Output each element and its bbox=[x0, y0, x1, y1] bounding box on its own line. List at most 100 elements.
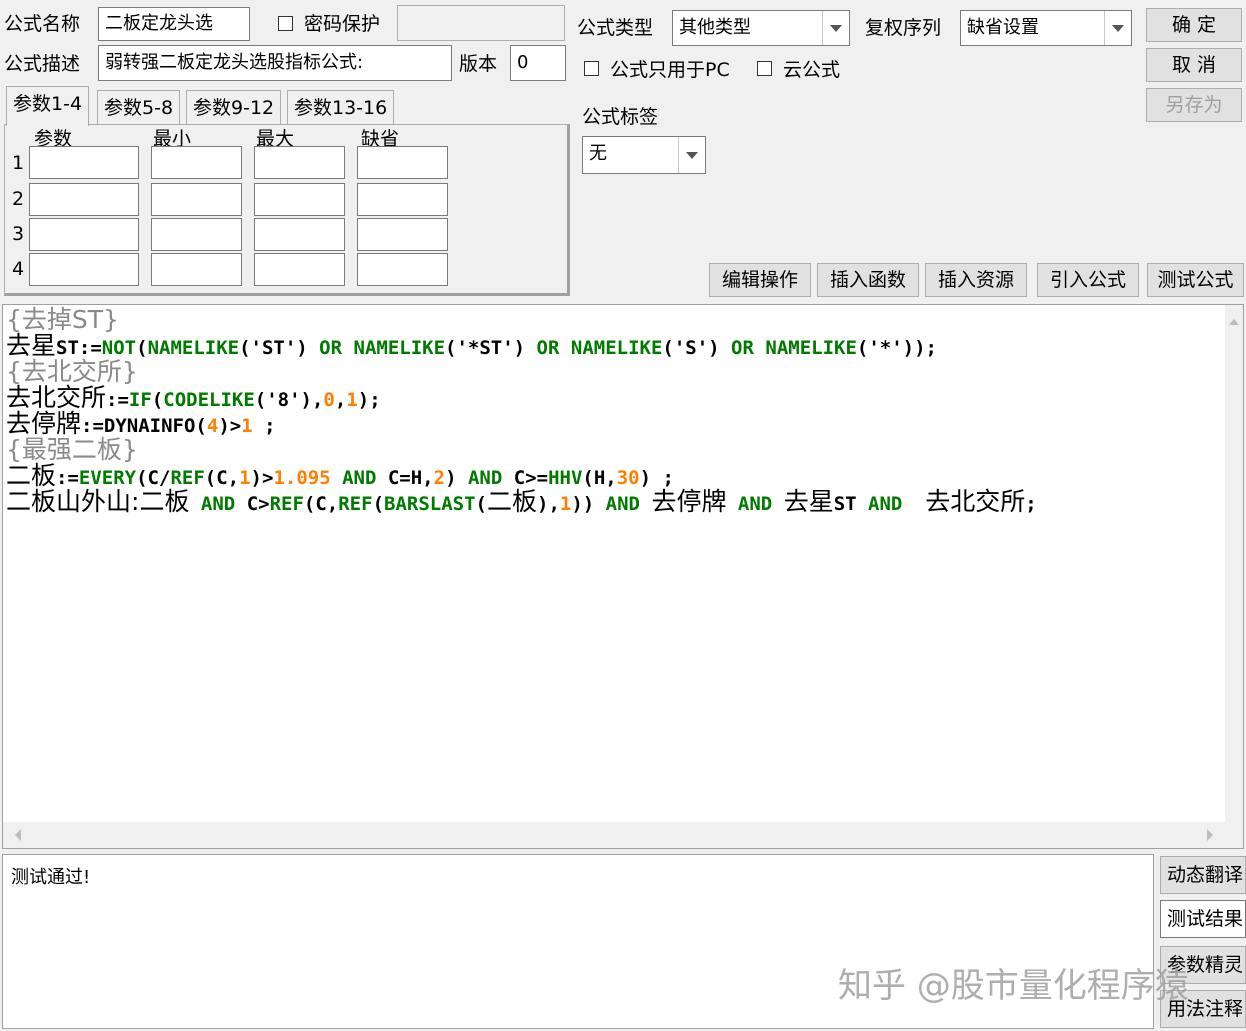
code-token: (H, bbox=[582, 467, 617, 489]
code-token: AND bbox=[737, 493, 773, 515]
code-token: := bbox=[106, 389, 129, 411]
code-token: ('*ST') bbox=[445, 337, 537, 359]
tab-params-13-16[interactable]: 参数13-16 bbox=[287, 90, 395, 124]
code-token: ST bbox=[833, 493, 869, 515]
formula-desc-input[interactable]: 弱转强二板定龙头选股指标公式: bbox=[98, 45, 452, 81]
code-token: C=H, bbox=[376, 467, 434, 489]
cloud-label: 云公式 bbox=[783, 59, 841, 81]
code-var: 去星 bbox=[6, 331, 57, 360]
code-token: ('S') bbox=[662, 337, 732, 359]
param-min-input[interactable] bbox=[151, 253, 242, 286]
code-token: NAMELIKE bbox=[765, 337, 857, 359]
code-editor[interactable]: {去掉ST} 去星ST:=NOT(NAMELIKE('ST') OR NAMEL… bbox=[2, 304, 1244, 849]
code-var: 去北交所 bbox=[6, 383, 107, 412]
code-var: 二板 bbox=[6, 461, 57, 490]
param-default-input[interactable] bbox=[357, 146, 448, 179]
code-token: (C/ bbox=[136, 467, 171, 489]
fuquan-value: 缺省设置 bbox=[967, 17, 1039, 38]
cloud-checkbox[interactable] bbox=[757, 61, 772, 76]
formula-tag-select[interactable]: 无 bbox=[582, 136, 706, 174]
output-message: 测试通过! bbox=[11, 867, 91, 888]
param-row-number: 2 bbox=[12, 188, 25, 210]
vertical-scrollbar[interactable] bbox=[1225, 305, 1243, 825]
param-max-input[interactable] bbox=[254, 183, 345, 216]
code-token: ); bbox=[357, 389, 381, 411]
code-token: AND bbox=[342, 467, 377, 489]
password-checkbox[interactable] bbox=[278, 16, 293, 31]
formula-tag-label: 公式标签 bbox=[582, 106, 659, 128]
code-token: )) bbox=[571, 493, 606, 515]
code-token: BARSLAST bbox=[384, 493, 476, 515]
chevron-down-icon[interactable] bbox=[678, 137, 705, 173]
tab-params-9-12[interactable]: 参数9-12 bbox=[186, 90, 282, 124]
code-var: 二板 bbox=[486, 487, 537, 516]
param-name-input[interactable] bbox=[29, 146, 139, 179]
param-min-input[interactable] bbox=[151, 218, 242, 251]
code-var: 二板 bbox=[139, 487, 190, 516]
chevron-down-icon[interactable] bbox=[1104, 11, 1131, 45]
test-formula-button[interactable]: 测试公式 bbox=[1147, 263, 1244, 297]
param-max-input[interactable] bbox=[254, 146, 345, 179]
code-token: IF bbox=[128, 389, 152, 411]
param-default-input[interactable] bbox=[357, 218, 448, 251]
watermark: 知乎 @股市量化程序猿 bbox=[838, 966, 1189, 1006]
code-token: , bbox=[334, 389, 347, 411]
code-token: ( bbox=[151, 389, 164, 411]
code-var: 去星 bbox=[783, 487, 834, 516]
code-number: 2 bbox=[433, 467, 446, 489]
code-token: :=DYNAINFO( bbox=[81, 415, 207, 437]
ok-button[interactable]: 确 定 bbox=[1146, 8, 1242, 42]
edit-ops-button[interactable]: 编辑操作 bbox=[709, 263, 811, 297]
param-name-input[interactable] bbox=[29, 253, 139, 286]
code-token: ; bbox=[252, 415, 276, 437]
code-token: NOT bbox=[101, 337, 137, 359]
param-name-input[interactable] bbox=[29, 218, 139, 251]
code-comment: {去北交所} bbox=[6, 357, 138, 386]
formula-type-select[interactable]: 其他类型 bbox=[672, 10, 850, 46]
scroll-right-icon[interactable] bbox=[1199, 822, 1223, 848]
param-row-number: 1 bbox=[12, 152, 25, 174]
pc-only-checkbox[interactable] bbox=[584, 61, 599, 76]
param-default-input[interactable] bbox=[357, 253, 448, 286]
scroll-up-icon[interactable] bbox=[1225, 309, 1243, 333]
code-line: 二板山外山:二板 AND C>REF(C,REF(BARSLAST(二板),1)… bbox=[6, 489, 1037, 517]
param-name-input[interactable] bbox=[29, 183, 139, 216]
insert-resource-button[interactable]: 插入资源 bbox=[925, 263, 1027, 297]
code-number: 1 bbox=[346, 389, 358, 411]
param-min-input[interactable] bbox=[151, 183, 242, 216]
param-max-input[interactable] bbox=[254, 218, 345, 251]
tab-params-5-8[interactable]: 参数5-8 bbox=[97, 90, 181, 124]
tab-params-1-4[interactable]: 参数1-4 bbox=[6, 86, 90, 126]
scroll-left-icon[interactable] bbox=[5, 822, 29, 848]
formula-name-input[interactable]: 二板定龙头选 bbox=[98, 7, 250, 41]
code-var: 去停牌 bbox=[651, 487, 727, 516]
password-label: 密码保护 bbox=[304, 13, 381, 35]
param-default-input[interactable] bbox=[357, 183, 448, 216]
dynamic-translate-button[interactable]: 动态翻译 bbox=[1160, 856, 1246, 894]
code-token: C>= bbox=[502, 467, 549, 489]
chevron-down-icon[interactable] bbox=[822, 11, 849, 45]
code-var: 去停牌 bbox=[6, 409, 82, 438]
test-result-button[interactable]: 测试结果 bbox=[1160, 900, 1246, 938]
param-min-input[interactable] bbox=[151, 146, 242, 179]
code-token: REF bbox=[269, 493, 304, 515]
import-formula-button[interactable]: 引入公式 bbox=[1037, 263, 1139, 297]
code-token: ( bbox=[475, 493, 487, 515]
formula-desc-label: 公式描述 bbox=[4, 53, 81, 75]
version-input[interactable]: 0 bbox=[510, 45, 566, 81]
insert-function-button[interactable]: 插入函数 bbox=[817, 263, 919, 297]
param-max-input[interactable] bbox=[254, 253, 345, 286]
save-as-button[interactable]: 另存为 bbox=[1146, 88, 1242, 122]
code-token: REF bbox=[170, 467, 205, 489]
cancel-button[interactable]: 取 消 bbox=[1146, 48, 1242, 82]
fuquan-select[interactable]: 缺省设置 bbox=[960, 10, 1132, 46]
code-token: ('*')); bbox=[856, 337, 937, 359]
code-var: 二板山外山 bbox=[6, 487, 132, 516]
horizontal-scrollbar[interactable] bbox=[3, 822, 1243, 848]
code-number: 1.095 bbox=[273, 467, 331, 489]
code-token: AND bbox=[467, 467, 503, 489]
